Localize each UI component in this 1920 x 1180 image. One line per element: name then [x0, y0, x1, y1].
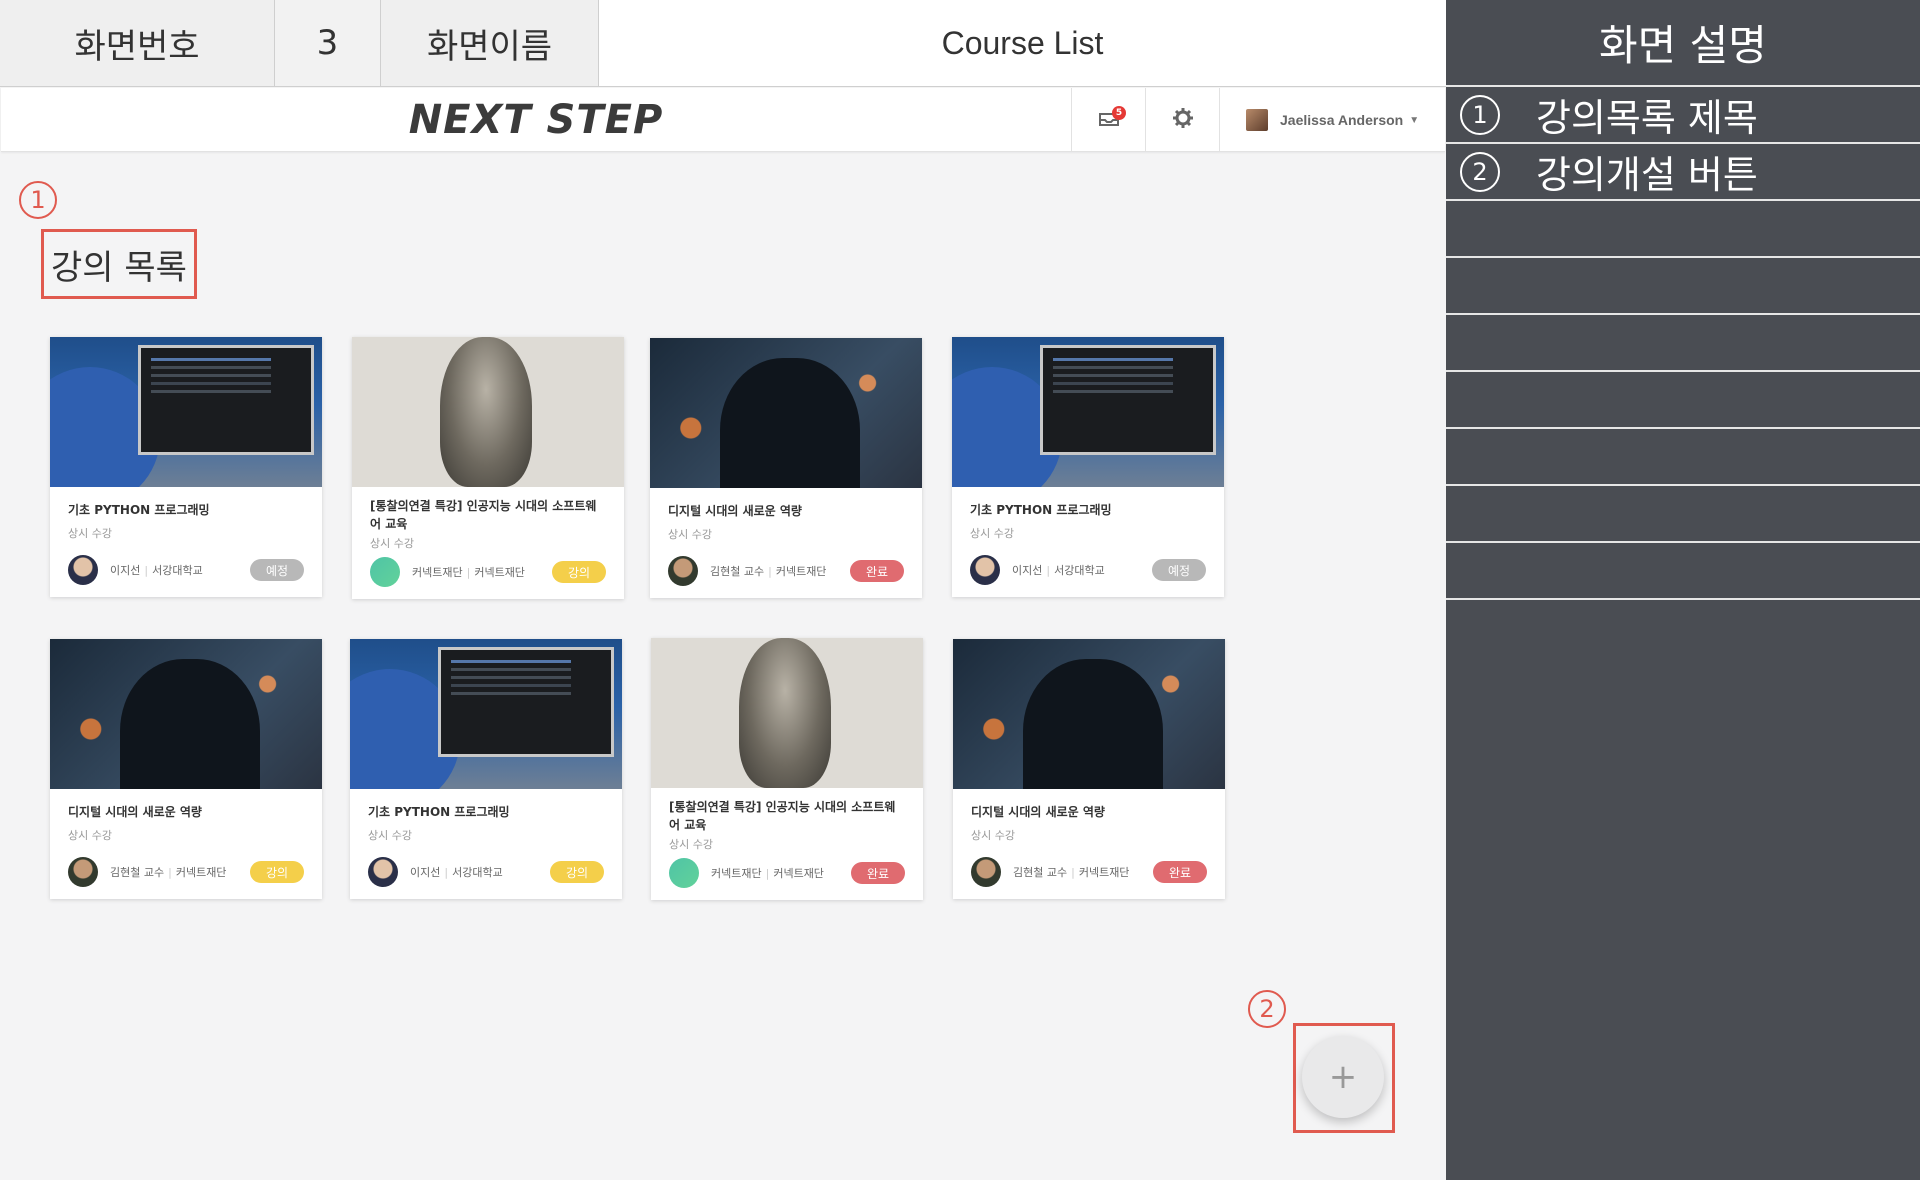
organization-name: 커넥트재단	[474, 566, 525, 579]
status-badge: 완료	[850, 560, 904, 582]
user-name: Jaelissa Anderson	[1280, 112, 1404, 128]
avatar	[669, 858, 699, 888]
course-card[interactable]: 디지털 시대의 새로운 역량 상시 수강 김현철 교수 | 커넥트재단 완료	[650, 338, 922, 598]
user-menu[interactable]: Jaelissa Anderson ▼	[1219, 88, 1445, 152]
description-empty-row	[1446, 543, 1920, 600]
course-card[interactable]: [통찰의연결 특강] 인공지능 시대의 소프트웨어 교육 상시 수강 커넥트재단…	[352, 337, 624, 599]
avatar	[1246, 109, 1268, 131]
annotation-marker-2: 2	[1248, 990, 1286, 1028]
screen-name-label: 화면이름	[381, 0, 599, 86]
annotation-marker-1: 1	[19, 181, 57, 219]
status-badge: 예정	[250, 559, 304, 581]
course-card[interactable]: 기초 PYTHON 프로그래밍 상시 수강 이지선 | 서강대학교 예정	[50, 337, 322, 597]
status-badge: 완료	[1153, 861, 1207, 883]
organization-name: 커넥트재단	[175, 866, 227, 879]
settings-button[interactable]	[1145, 88, 1219, 152]
organization-name: 커넥트재단	[1078, 866, 1130, 879]
course-thumbnail	[651, 638, 923, 788]
avatar	[971, 857, 1001, 887]
instructor-name: 커넥트재단	[711, 867, 762, 880]
description-item-text: 강의목록 제목	[1536, 96, 1758, 140]
course-title: [통찰의연결 특강] 인공지능 시대의 소프트웨어 교육	[370, 499, 597, 531]
screen-name: Course List	[599, 0, 1446, 86]
description-empty-row	[1446, 201, 1920, 258]
avatar	[368, 857, 398, 887]
avatar	[668, 556, 698, 586]
description-empty-row	[1446, 258, 1920, 315]
course-subtitle: 상시 수강	[68, 829, 112, 842]
organization-name: 커넥트재단	[773, 867, 824, 880]
instructor-name: 김현철 교수	[1013, 866, 1068, 879]
description-empty-row	[1446, 486, 1920, 543]
chevron-down-icon: ▼	[1409, 114, 1420, 126]
page-title: 강의 목록	[41, 229, 197, 299]
course-thumbnail	[350, 639, 622, 789]
course-title: 기초 PYTHON 프로그래밍	[970, 503, 1112, 517]
course-thumbnail	[650, 338, 922, 488]
course-subtitle: 상시 수강	[370, 537, 414, 550]
status-badge: 강의	[550, 861, 604, 883]
status-badge: 완료	[851, 862, 905, 884]
course-card[interactable]: 디지털 시대의 새로운 역량 상시 수강 김현철 교수 | 커넥트재단 완료	[953, 639, 1225, 899]
course-card[interactable]: [통찰의연결 특강] 인공지능 시대의 소프트웨어 교육 상시 수강 커넥트재단…	[651, 638, 923, 900]
avatar	[68, 555, 98, 585]
gear-icon	[1172, 107, 1194, 133]
description-item-text: 강의개설 버튼	[1536, 153, 1758, 197]
course-subtitle: 상시 수강	[68, 527, 112, 540]
avatar	[68, 857, 98, 887]
course-thumbnail	[953, 639, 1225, 789]
status-badge: 예정	[1152, 559, 1206, 581]
description-title: 화면 설명	[1446, 0, 1920, 87]
course-title: 디지털 시대의 새로운 역량	[68, 805, 202, 819]
course-card[interactable]: 기초 PYTHON 프로그래밍 상시 수강 이지선 | 서강대학교 강의	[350, 639, 622, 899]
description-item-2: 2 강의개설 버튼	[1446, 144, 1920, 201]
course-card[interactable]: 디지털 시대의 새로운 역량 상시 수강 김현철 교수 | 커넥트재단 강의	[50, 639, 322, 899]
course-title: 디지털 시대의 새로운 역량	[971, 805, 1105, 819]
status-badge: 강의	[552, 561, 606, 583]
description-panel: 화면 설명 1 강의목록 제목 2 강의개설 버튼	[1446, 0, 1920, 1180]
description-item-number: 1	[1460, 94, 1500, 135]
organization-name: 서강대학교	[152, 564, 203, 577]
brand-logo[interactable]: NEXT STEP	[1, 88, 1071, 152]
course-thumbnail	[50, 639, 322, 789]
instructor-name: 이지선	[410, 866, 441, 879]
course-title: 기초 PYTHON 프로그래밍	[68, 503, 210, 517]
avatar	[970, 555, 1000, 585]
course-thumbnail	[352, 337, 624, 487]
spec-header: 화면번호 3 화면이름 Course List	[0, 0, 1446, 87]
instructor-name: 이지선	[1012, 564, 1043, 577]
course-subtitle: 상시 수강	[669, 838, 713, 851]
course-subtitle: 상시 수강	[971, 829, 1015, 842]
organization-name: 서강대학교	[452, 866, 503, 879]
course-subtitle: 상시 수강	[970, 527, 1014, 540]
description-empty-row	[1446, 315, 1920, 372]
plus-icon: +	[1328, 1057, 1358, 1097]
course-title: [통찰의연결 특강] 인공지능 시대의 소프트웨어 교육	[669, 800, 896, 832]
course-subtitle: 상시 수강	[368, 829, 412, 842]
screen-no-label: 화면번호	[0, 0, 275, 86]
description-empty-row	[1446, 429, 1920, 486]
notification-badge: 5	[1112, 106, 1126, 120]
instructor-name: 커넥트재단	[412, 566, 463, 579]
description-empty-row	[1446, 372, 1920, 429]
organization-name: 커넥트재단	[775, 565, 827, 578]
course-thumbnail	[50, 337, 322, 487]
screen-no: 3	[275, 0, 381, 86]
course-thumbnail	[952, 337, 1224, 487]
status-badge: 강의	[250, 861, 304, 883]
instructor-name: 이지선	[110, 564, 141, 577]
notification-button[interactable]: 5	[1071, 88, 1145, 152]
add-course-button[interactable]: +	[1302, 1036, 1384, 1118]
description-item-1: 1 강의목록 제목	[1446, 87, 1920, 144]
instructor-name: 김현철 교수	[710, 565, 765, 578]
course-title: 디지털 시대의 새로운 역량	[668, 504, 802, 518]
app-navbar: NEXT STEP 5 Jaelissa Anderson ▼	[1, 88, 1445, 152]
avatar	[370, 557, 400, 587]
course-title: 기초 PYTHON 프로그래밍	[368, 805, 510, 819]
course-subtitle: 상시 수강	[668, 528, 712, 541]
instructor-name: 김현철 교수	[110, 866, 165, 879]
organization-name: 서강대학교	[1054, 564, 1105, 577]
course-card[interactable]: 기초 PYTHON 프로그래밍 상시 수강 이지선 | 서강대학교 예정	[952, 337, 1224, 597]
description-item-number: 2	[1460, 151, 1500, 192]
